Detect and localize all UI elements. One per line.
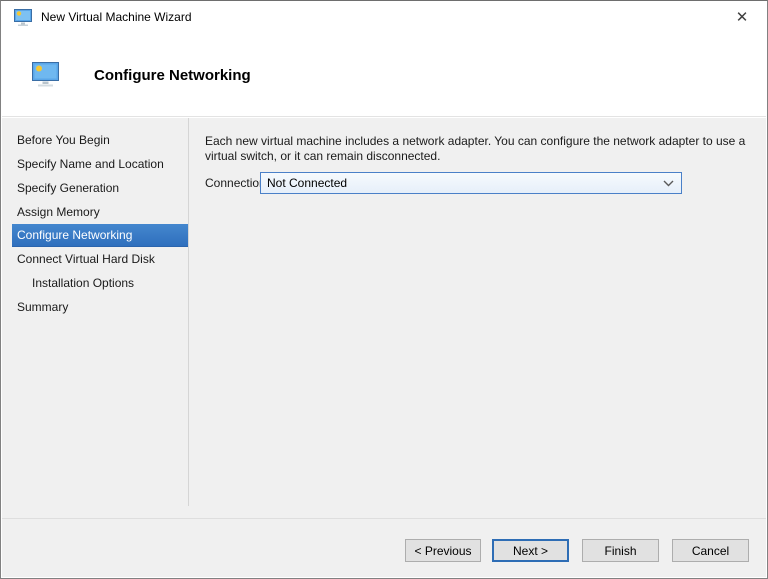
page-description: Each new virtual machine includes a netw… [205, 134, 757, 164]
close-icon[interactable]: ✕ [725, 2, 759, 32]
page-title: Configure Networking [94, 67, 251, 84]
wizard-body: Before You Begin Specify Name and Locati… [2, 118, 766, 577]
window-title: New Virtual Machine Wizard [41, 1, 192, 33]
wizard-steps-sidebar: Before You Begin Specify Name and Locati… [2, 128, 188, 319]
vm-monitor-icon [14, 9, 32, 26]
footer-divider [2, 518, 766, 519]
sidebar-item-assign-memory[interactable]: Assign Memory [12, 200, 188, 224]
sidebar-item-installation-options[interactable]: Installation Options [12, 271, 188, 295]
sidebar-divider [188, 118, 189, 506]
next-button[interactable]: Next > [492, 539, 569, 562]
sidebar-item-specify-generation[interactable]: Specify Generation [12, 176, 188, 200]
cancel-button[interactable]: Cancel [672, 539, 749, 562]
chevron-down-icon [663, 180, 674, 187]
wizard-header: Configure Networking [2, 33, 766, 117]
sidebar-item-connect-virtual-hard-disk[interactable]: Connect Virtual Hard Disk [12, 247, 188, 271]
connection-dropdown[interactable]: Not Connected [260, 172, 682, 194]
sidebar-item-specify-name-and-location[interactable]: Specify Name and Location [12, 152, 188, 176]
titlebar: New Virtual Machine Wizard ✕ [1, 1, 767, 33]
sidebar-item-before-you-begin[interactable]: Before You Begin [12, 128, 188, 152]
finish-button[interactable]: Finish [582, 539, 659, 562]
wizard-window: New Virtual Machine Wizard ✕ Configure N… [0, 0, 768, 579]
sidebar-item-summary[interactable]: Summary [12, 295, 188, 319]
sidebar-item-configure-networking[interactable]: Configure Networking [12, 224, 188, 247]
previous-button[interactable]: < Previous [405, 539, 481, 562]
connection-dropdown-value: Not Connected [267, 173, 347, 193]
vm-monitor-icon [32, 62, 59, 87]
